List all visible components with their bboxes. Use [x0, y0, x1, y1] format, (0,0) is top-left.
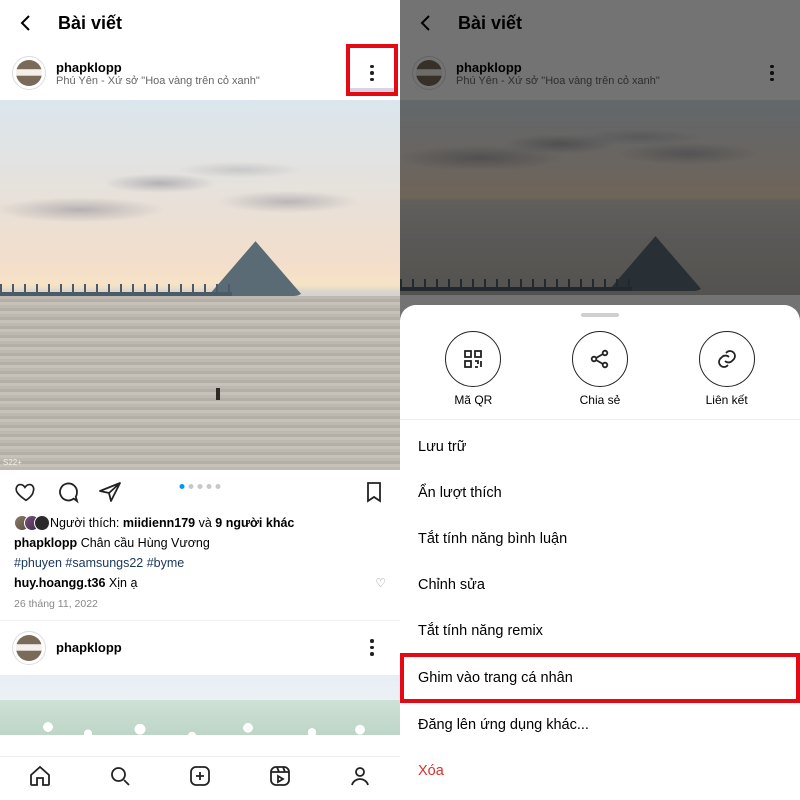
avatar[interactable] — [12, 56, 46, 90]
likes-row[interactable]: Người thích: miidienn179 và 9 người khác — [14, 515, 386, 531]
sheet-item-share-other[interactable]: Đăng lên ứng dụng khác... — [400, 702, 800, 748]
carousel-indicator — [180, 484, 221, 489]
avatar[interactable] — [412, 56, 446, 90]
post-meta: Người thích: miidienn179 và 9 người khác… — [0, 515, 400, 620]
post-menu-button[interactable] — [358, 634, 386, 662]
nav-profile[interactable] — [348, 764, 372, 793]
save-button[interactable] — [362, 480, 386, 509]
sheet-item-hide-likes[interactable]: Ẩn lượt thích — [400, 470, 800, 516]
comment-row[interactable]: huy.hoangg.t36 Xịn ạ ♡ — [14, 575, 386, 592]
app-header: Bài viết — [0, 0, 400, 46]
post-location[interactable]: Phú Yên - Xứ sở "Hoa vàng trên cỏ xanh" — [456, 75, 660, 87]
app-header: Bài viết — [400, 0, 800, 46]
sheet-item-archive[interactable]: Lưu trữ — [400, 424, 800, 470]
post-username[interactable]: phapklopp — [56, 60, 260, 75]
sheet-link-button[interactable]: Liên kết — [699, 331, 755, 407]
page-title: Bài viết — [458, 13, 522, 34]
like-button[interactable] — [14, 480, 38, 509]
nav-search[interactable] — [108, 764, 132, 793]
post-timestamp: 26 tháng 11, 2022 — [14, 598, 386, 610]
sheet-item-edit[interactable]: Chỉnh sửa — [400, 562, 800, 608]
nav-create[interactable] — [188, 764, 212, 793]
bottom-nav — [0, 756, 400, 800]
sheet-item-disable-remix[interactable]: Tắt tính năng remix — [400, 608, 800, 654]
back-button[interactable] — [414, 11, 438, 35]
nav-home[interactable] — [28, 764, 52, 793]
post-caption: phapklopp Chân cầu Hùng Vương — [14, 535, 386, 552]
bottom-sheet: Mã QR Chia sẻ Liên kết Lưu trữ Ẩn lượt t… — [400, 305, 800, 800]
sheet-item-delete[interactable]: Xóa — [400, 748, 800, 794]
comment-button[interactable] — [56, 480, 80, 509]
post2-image[interactable] — [0, 675, 400, 735]
post-hashtags[interactable]: #phuyen #samsungs22 #byme — [14, 555, 386, 572]
share-button[interactable] — [98, 480, 122, 509]
post-username[interactable]: phapklopp — [456, 60, 660, 75]
sheet-qr-button[interactable]: Mã QR — [445, 331, 501, 407]
photo-stamp: S22+ — [3, 458, 22, 467]
post-location[interactable]: Phú Yên - Xứ sở "Hoa vàng trên cỏ xanh" — [56, 75, 260, 87]
post-username[interactable]: phapklopp — [56, 640, 122, 655]
page-title: Bài viết — [58, 13, 122, 34]
post-image — [400, 100, 800, 295]
post-image[interactable]: S22+ — [0, 100, 400, 470]
screenshot-step-2: Bài viết phapklopp Phú Yên - Xứ sở "Hoa … — [400, 0, 800, 800]
liker-avatars — [14, 515, 44, 531]
tutorial-highlight-kebab — [346, 44, 398, 96]
post-header: phapklopp Phú Yên - Xứ sở "Hoa vàng trên… — [400, 46, 800, 100]
sheet-item-pin[interactable]: Ghim vào trang cá nhân — [400, 653, 800, 703]
screenshot-step-1: Bài viết phapklopp Phú Yên - Xứ sở "Hoa … — [0, 0, 400, 800]
like-comment-icon[interactable]: ♡ — [375, 575, 386, 591]
avatar[interactable] — [12, 631, 46, 665]
sheet-share-button[interactable]: Chia sẻ — [572, 331, 628, 407]
sheet-drag-handle[interactable] — [581, 313, 619, 317]
post2-header: phapklopp — [0, 620, 400, 675]
post-actions — [0, 470, 400, 515]
likes-text: Người thích: miidienn179 và 9 người khác — [50, 516, 294, 530]
sheet-item-disable-comments[interactable]: Tắt tính năng bình luận — [400, 516, 800, 562]
post-menu-button[interactable] — [758, 59, 786, 87]
post-header: phapklopp Phú Yên - Xứ sở "Hoa vàng trên… — [0, 46, 400, 100]
back-button[interactable] — [14, 11, 38, 35]
nav-reels[interactable] — [268, 764, 292, 793]
